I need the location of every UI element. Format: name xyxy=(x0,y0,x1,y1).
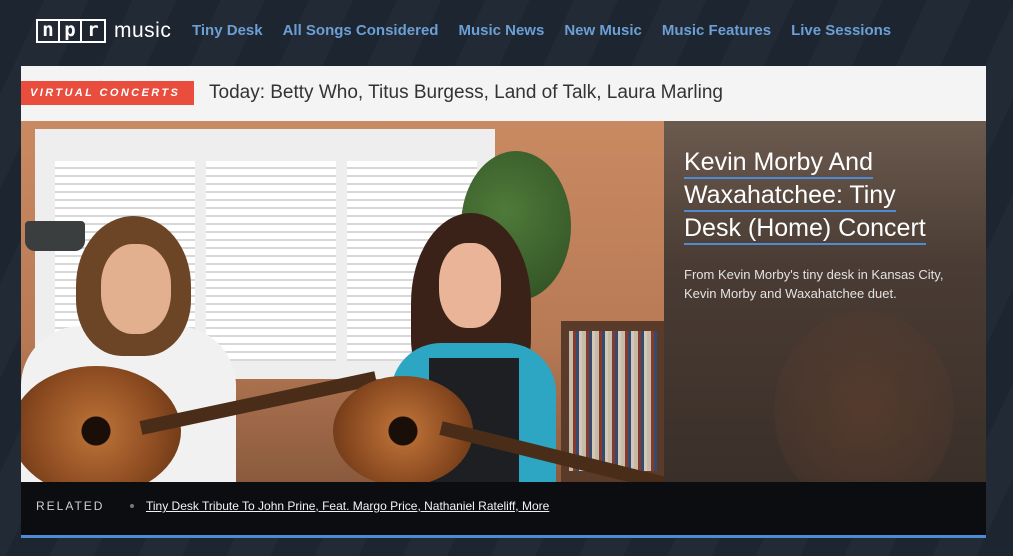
musician-left-face xyxy=(101,244,171,334)
nav-item-music-features[interactable]: Music Features xyxy=(662,22,771,39)
nav-item-tiny-desk[interactable]: Tiny Desk xyxy=(192,22,263,39)
npr-music-logo[interactable]: n p r music xyxy=(36,19,171,43)
logo-letter-r: r xyxy=(87,19,99,41)
logo-word-music: music xyxy=(114,19,172,42)
feature-video-image[interactable] xyxy=(21,121,664,482)
main-nav: Tiny Desk All Songs Considered Music New… xyxy=(192,22,911,39)
bullet-icon xyxy=(130,504,134,508)
feature-title-line-2[interactable]: Waxahatchee: Tiny xyxy=(684,181,896,212)
feature-card: Virtual Concerts Today: Betty Who, Titus… xyxy=(21,66,986,538)
virtual-concerts-tag[interactable]: Virtual Concerts xyxy=(21,81,194,105)
info-background-blur xyxy=(774,311,954,482)
feature-title-link[interactable]: Kevin Morby And Waxahatchee: Tiny Desk (… xyxy=(684,146,969,245)
related-bar: Related Tiny Desk Tribute To John Prine,… xyxy=(21,482,986,538)
site-header: n p r music Tiny Desk All Songs Consider… xyxy=(0,0,1013,62)
nav-item-all-songs-considered[interactable]: All Songs Considered xyxy=(283,22,439,39)
books xyxy=(569,331,657,471)
nav-item-music-news[interactable]: Music News xyxy=(458,22,544,39)
nav-item-new-music[interactable]: New Music xyxy=(564,22,642,39)
logo-letter-p: p xyxy=(60,21,82,41)
related-label: Related xyxy=(36,499,105,513)
nav-item-live-sessions[interactable]: Live Sessions xyxy=(791,22,891,39)
npr-logo-box: n p r xyxy=(36,19,106,43)
feature-title-line-1[interactable]: Kevin Morby And xyxy=(684,148,873,179)
musician-right-face xyxy=(439,243,501,328)
logo-letter-n: n xyxy=(38,21,60,41)
related-link[interactable]: Tiny Desk Tribute To John Prine, Feat. M… xyxy=(146,499,549,513)
feature-topbar: Virtual Concerts Today: Betty Who, Titus… xyxy=(21,66,986,121)
today-lineup[interactable]: Today: Betty Who, Titus Burgess, Land of… xyxy=(209,82,723,104)
feature-title-line-3[interactable]: Desk (Home) Concert xyxy=(684,214,926,245)
feature-description: From Kevin Morby's tiny desk in Kansas C… xyxy=(684,267,944,301)
feature-info-panel: Kevin Morby And Waxahatchee: Tiny Desk (… xyxy=(664,121,986,482)
